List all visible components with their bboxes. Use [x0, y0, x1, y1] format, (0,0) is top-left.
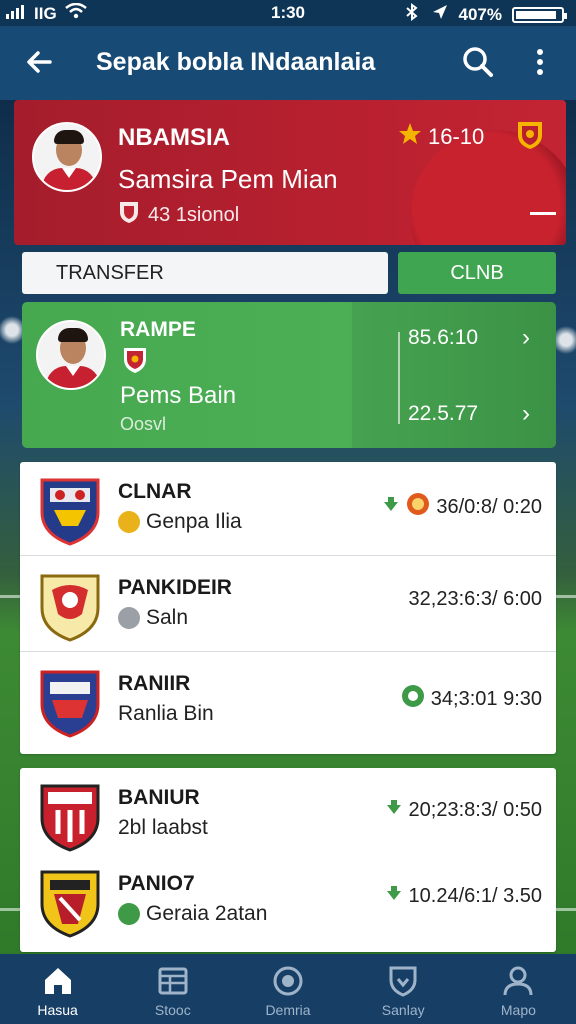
nav-label: Mapo — [500, 1002, 536, 1018]
bottom-nav: Hasua Stooc Demria Sanlay Mapo — [0, 954, 576, 1024]
club-crest-icon — [38, 476, 102, 546]
stat-value: 20;23:8:3/ 0:50 — [408, 798, 542, 821]
hero-rating-value: 16-10 — [428, 124, 485, 149]
more-vert-icon[interactable] — [522, 44, 558, 80]
avatar — [36, 320, 106, 390]
featured-player-card[interactable]: RAMPE Pems Bain Oosvl 85.6:10 22.5.77 › … — [22, 302, 556, 448]
club-crest-icon — [38, 668, 102, 738]
player-name: Genpa Ilia — [146, 510, 242, 533]
bluetooth-icon — [403, 3, 421, 26]
chevron-right-icon[interactable]: › — [522, 400, 530, 428]
battery-icon — [512, 6, 567, 23]
player-name: Saln — [146, 606, 189, 629]
list-item[interactable]: CLNAR Genpa Ilia 36/0:8/ 0:20 — [20, 462, 556, 556]
featured-player-name: Pems Bain — [120, 382, 237, 409]
stat-value: 10.24/6:1/ 3.50 — [408, 884, 542, 907]
club-crest-icon — [38, 782, 102, 852]
silver-badge-icon — [118, 607, 140, 629]
shield-icon — [118, 200, 140, 230]
status-bar: IIG 1:30 407% — [0, 0, 576, 26]
player-hero-card[interactable]: NBAMSIA Samsira Pem Mian 43 1sionol 16-1… — [14, 100, 566, 245]
stat-value: 36/0:8/ 0:20 — [436, 495, 542, 518]
list-item[interactable]: PANIO7 Geraia 2atan 10.24/6:1/ 3.50 — [20, 854, 556, 948]
player-name: Geraia 2atan — [146, 902, 268, 925]
battery-percent: 407% — [458, 4, 502, 24]
arrow-down-icon — [385, 884, 403, 908]
arrow-down-icon — [382, 495, 400, 519]
app-bar: Sepak bobla INdaanlaia — [0, 26, 576, 100]
tab-transfer[interactable]: TRANSFER — [22, 252, 388, 294]
player-name: 2bl laabst — [118, 816, 208, 839]
nav-label: Hasua — [37, 1002, 78, 1018]
nav-item-profile[interactable]: Mapo — [461, 954, 576, 1024]
club-name: PANIO7 — [118, 872, 195, 895]
featured-value-bottom: 22.5.77 — [408, 402, 479, 425]
location-icon — [431, 3, 449, 26]
stat-value: 32,23:6:3/ 6:00 — [408, 588, 542, 610]
list-item[interactable]: RANIIR Ranlia Bin 34;3:01 9:30 — [20, 654, 556, 748]
hero-rating: 16-10 — [398, 122, 484, 152]
club-crest-icon — [38, 868, 102, 938]
nav-item-record[interactable]: Demria — [230, 954, 345, 1024]
featured-label: RAMPE — [120, 318, 196, 341]
person-icon — [503, 966, 533, 996]
avatar — [32, 122, 102, 192]
tab-club[interactable]: CLNB — [398, 252, 556, 294]
arrow-down-icon — [385, 798, 403, 822]
gold-badge-icon — [118, 511, 140, 533]
star-icon — [398, 122, 422, 152]
nav-label: Demria — [265, 1002, 311, 1018]
list-item[interactable]: BANIUR 2bl laabst 20;23:8:3/ 0:50 — [20, 768, 556, 862]
orange-badge-icon — [406, 492, 430, 522]
club-name: RANIIR — [118, 672, 191, 695]
club-name: PANKIDEIR — [118, 576, 232, 599]
divider — [398, 332, 400, 424]
nav-label: Sanlay — [381, 1002, 425, 1018]
search-icon[interactable] — [460, 44, 496, 80]
club-shield-icon — [122, 346, 148, 374]
nav-item-home[interactable]: Hasua — [0, 954, 115, 1024]
club-list: BANIUR 2bl laabst 20;23:8:3/ 0:50 PANIO7… — [20, 768, 556, 952]
green-circle-icon — [401, 684, 425, 714]
page-title: Sepak bobla INdaanlaia — [96, 48, 376, 76]
hero-subtitle: Samsira Pem Mian — [118, 164, 338, 194]
hero-name: NBAMSIA — [118, 124, 230, 151]
list-item[interactable]: PANKIDEIR Saln 32,23:6:3/ 6:00 — [20, 558, 556, 652]
hero-meta-text: 43 1sionol — [148, 203, 240, 226]
green-badge-icon — [118, 903, 140, 925]
club-name: BANIUR — [118, 786, 200, 809]
table-icon — [158, 967, 188, 995]
divider — [530, 212, 556, 215]
club-crest-icon — [516, 120, 544, 150]
featured-position: Oosvl — [120, 414, 167, 434]
nav-label: Stooc — [154, 1002, 191, 1018]
record-icon — [273, 966, 303, 996]
player-name: Ranlia Bin — [118, 702, 214, 725]
chevron-right-icon[interactable]: › — [522, 324, 530, 352]
home-icon — [44, 968, 71, 994]
stat-value: 34;3:01 9:30 — [430, 687, 542, 710]
club-crest-icon — [38, 572, 102, 642]
nav-item-table[interactable]: Stooc — [115, 954, 230, 1024]
hero-meta: 43 1sionol — [118, 200, 239, 230]
featured-value-top: 85.6:10 — [408, 326, 479, 349]
back-arrow-icon[interactable] — [22, 44, 58, 80]
nav-item-shield[interactable]: Sanlay — [346, 954, 461, 1024]
club-name: CLNAR — [118, 480, 192, 503]
shield-icon — [389, 966, 417, 997]
club-list: CLNAR Genpa Ilia 36/0:8/ 0:20 PANKIDEIR … — [20, 462, 556, 754]
